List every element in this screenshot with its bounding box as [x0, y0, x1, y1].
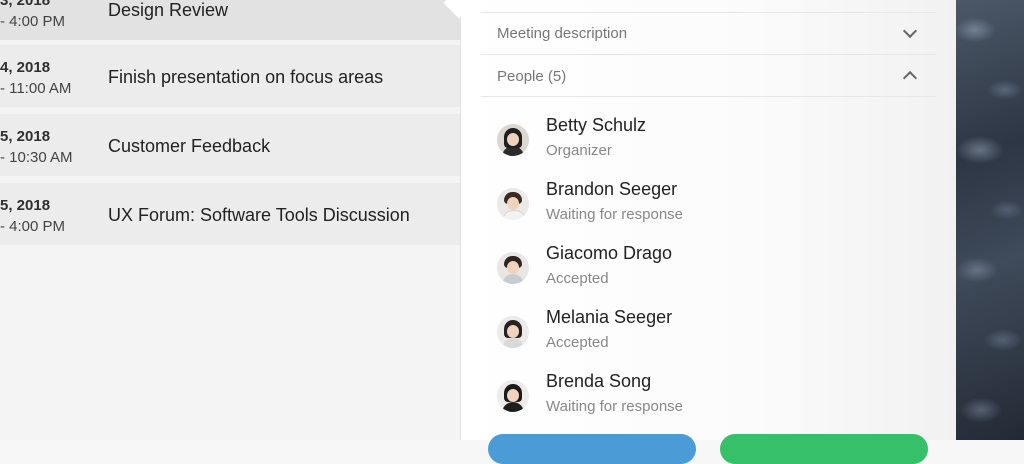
event-date: 5, 2018	[0, 128, 51, 145]
chevron-up-icon[interactable]	[900, 66, 920, 86]
event-time: - 10:30 AM	[0, 149, 73, 166]
people-section-label[interactable]: People (5)	[497, 68, 566, 85]
avatar	[497, 124, 529, 156]
event-row[interactable]: 5, 2018 - 10:30 AM Customer Feedback	[0, 114, 460, 176]
person-item[interactable]: Brenda Song Waiting for response	[497, 371, 937, 427]
event-time: - 11:00 AM	[0, 80, 72, 97]
divider	[481, 12, 936, 13]
event-row[interactable]: 5, 2018 - 4:00 PM UX Forum: Software Too…	[0, 183, 460, 245]
person-item[interactable]: Brandon Seeger Waiting for response	[497, 179, 937, 235]
event-date: 4, 2018	[0, 59, 51, 76]
person-status: Accepted	[546, 334, 609, 351]
meeting-description-label[interactable]: Meeting description	[497, 25, 627, 42]
avatar	[497, 316, 529, 348]
event-row[interactable]: 3, 2018 - 4:00 PM Design Review	[0, 0, 460, 40]
event-title: Design Review	[108, 0, 229, 20]
person-name: Brenda Song	[546, 371, 652, 391]
person-status: Organizer	[546, 142, 612, 159]
event-date: 3, 2018	[0, 0, 51, 9]
event-time: - 4:00 PM	[0, 13, 66, 30]
person-name: Betty Schulz	[546, 115, 647, 135]
event-row[interactable]: 4, 2018 - 11:00 AM Finish presentation o…	[0, 45, 460, 107]
avatar	[497, 252, 529, 284]
event-title: Customer Feedback	[108, 136, 271, 156]
desktop-wallpaper	[955, 0, 1024, 440]
divider	[481, 54, 936, 55]
person-name: Melania Seeger	[546, 307, 673, 327]
person-status: Waiting for response	[546, 206, 684, 223]
avatar	[497, 380, 529, 412]
event-date: 5, 2018	[0, 197, 51, 214]
person-item[interactable]: Melania Seeger Accepted	[497, 307, 937, 363]
event-time: - 4:00 PM	[0, 218, 66, 235]
person-item[interactable]: Giacomo Drago Accepted	[497, 243, 937, 299]
person-item[interactable]: Betty Schulz Organizer	[497, 115, 937, 171]
person-name: Brandon Seeger	[546, 179, 678, 199]
event-title: UX Forum: Software Tools Discussion	[108, 205, 410, 225]
chevron-down-icon[interactable]	[900, 23, 920, 43]
person-status: Accepted	[546, 270, 609, 287]
divider	[481, 96, 936, 97]
person-name: Giacomo Drago	[546, 243, 673, 263]
event-title: Finish presentation on focus areas	[108, 67, 384, 87]
avatar	[497, 188, 529, 220]
event-list: 3, 2018 - 4:00 PM Design Review 4, 2018 …	[0, 0, 460, 440]
person-status: Waiting for response	[546, 398, 684, 415]
accept-button[interactable]	[720, 434, 928, 464]
primary-action-button[interactable]	[488, 434, 696, 464]
